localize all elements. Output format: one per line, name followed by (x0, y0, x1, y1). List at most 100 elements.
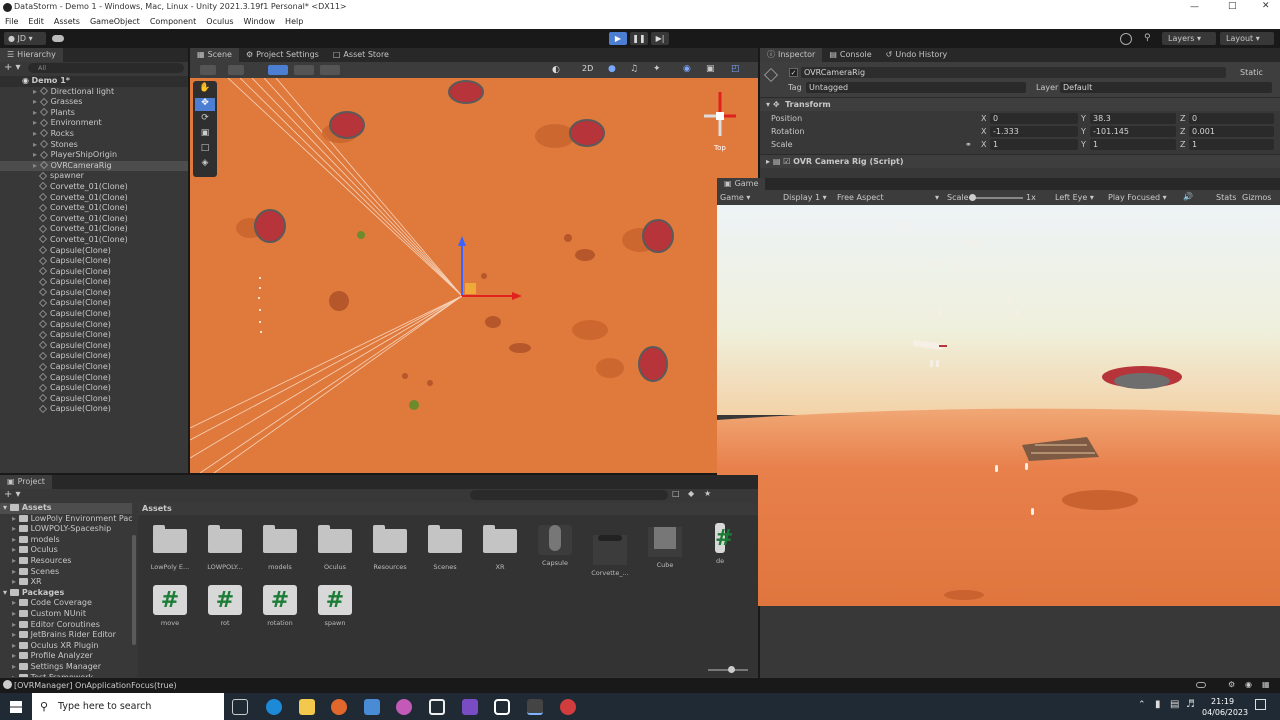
expand-arrow-icon[interactable]: ▸ (12, 673, 19, 678)
hierarchy-item[interactable]: Capsule(Clone) (0, 351, 188, 362)
tab-asset-store[interactable]: □ Asset Store (326, 48, 396, 62)
app-icon[interactable] (364, 699, 380, 715)
status-message[interactable]: [OVRManager] OnApplicationFocus(true) (14, 681, 177, 690)
tree-folder-item[interactable]: ▸ Scenes (0, 567, 132, 578)
hierarchy-item[interactable]: Corvette_01(Clone) (0, 193, 188, 204)
oculus-icon[interactable] (494, 699, 510, 715)
move-tool[interactable]: ✥ (195, 98, 215, 111)
light-status-icon[interactable]: ◉ (1245, 680, 1252, 689)
asset-item[interactable]: Oculus (309, 523, 361, 571)
pause-button[interactable]: ❚❚ (630, 32, 648, 45)
asset-item[interactable]: # move (144, 585, 196, 627)
hierarchy-item[interactable]: ▸ Stones (0, 140, 188, 151)
task-view-icon[interactable] (232, 699, 248, 715)
expand-arrow-icon[interactable]: ▸ (33, 150, 40, 159)
expand-arrow-icon[interactable]: ▸ (12, 620, 19, 629)
firefox-icon[interactable] (331, 699, 347, 715)
link-icon[interactable]: ⚭ (965, 140, 972, 149)
scale-y-field[interactable]: 1 (1090, 139, 1176, 150)
aspect-dropdown[interactable]: Free Aspect ▾ (837, 193, 939, 202)
hierarchy-item[interactable]: Capsule(Clone) (0, 320, 188, 331)
asset-item[interactable]: # spawn (309, 585, 361, 627)
assets-breadcrumb[interactable]: Assets (138, 503, 758, 515)
tab-project-settings[interactable]: ⚙ Project Settings (239, 48, 326, 62)
asset-item[interactable]: Capsule (529, 523, 581, 567)
asset-item[interactable]: # rotation (254, 585, 306, 627)
hierarchy-item[interactable]: Corvette_01(Clone) (0, 235, 188, 246)
taskbar-search-input[interactable]: ⚲ Type here to search (32, 693, 224, 720)
expand-arrow-icon[interactable]: ▸ (12, 545, 19, 554)
layer-dropdown[interactable]: Default (1060, 82, 1272, 93)
expand-arrow-icon[interactable]: ▸ (12, 651, 19, 660)
hierarchy-item[interactable]: spawner (0, 171, 188, 182)
unity-editor-icon[interactable] (527, 699, 543, 715)
menu-component[interactable]: Component (145, 15, 201, 29)
star-icon[interactable]: ★ (704, 489, 711, 498)
network-icon[interactable]: ▤ (1170, 699, 1179, 710)
hierarchy-item[interactable]: ▸ Grasses (0, 97, 188, 108)
cloud-icon[interactable] (52, 35, 64, 42)
hierarchy-item[interactable]: Corvette_01(Clone) (0, 214, 188, 225)
hierarchy-item[interactable]: Capsule(Clone) (0, 277, 188, 288)
display-dropdown[interactable]: Display 1 ▾ (783, 193, 827, 202)
move-snap-button[interactable] (268, 65, 288, 75)
hierarchy-item[interactable]: Capsule(Clone) (0, 246, 188, 257)
hierarchy-item[interactable]: Capsule(Clone) (0, 383, 188, 394)
expand-arrow-icon[interactable]: ▸ (12, 641, 19, 650)
visual-studio-icon[interactable] (462, 699, 478, 715)
tag-dropdown[interactable]: Untagged (806, 82, 1026, 93)
mute-audio-icon[interactable]: 🔊 (1183, 192, 1193, 201)
hierarchy-item[interactable]: Capsule(Clone) (0, 256, 188, 267)
expand-arrow-icon[interactable]: ▸ (12, 598, 19, 607)
scene-viewport[interactable]: Top ✋ ✥ ⟳ ▣ □ ◈ (190, 78, 758, 473)
history-icon[interactable] (1120, 33, 1132, 45)
expand-arrow-icon[interactable]: ▸ (33, 118, 40, 127)
file-explorer-icon[interactable] (299, 699, 315, 715)
tree-folder-item[interactable]: ▸ Resources (0, 556, 132, 567)
expand-arrow-icon[interactable]: ▸ (33, 140, 40, 149)
grid-snap-button[interactable] (294, 65, 314, 75)
unity-hub-icon[interactable] (429, 699, 445, 715)
tree-packages-root[interactable]: ▾ Packages (0, 588, 132, 599)
scene-root-row[interactable]: ◉ Demo 1* (0, 76, 188, 87)
visibility-icon[interactable]: ◉ (683, 64, 691, 74)
object-name-field[interactable]: OVRCameraRig (801, 67, 1226, 78)
asset-item[interactable]: Scenes (419, 523, 471, 571)
hierarchy-item[interactable]: ▸ OVRCameraRig (0, 160, 188, 172)
maximize-button[interactable]: □ (1228, 1, 1237, 11)
clock-time[interactable]: 21:19 (1211, 697, 1234, 706)
account-button[interactable]: ● JD ▾ (4, 32, 46, 45)
expand-arrow-icon[interactable]: ▸ (12, 609, 19, 618)
label-icon[interactable]: ◆ (688, 489, 694, 498)
rect-tool[interactable]: □ (195, 143, 215, 156)
asset-item[interactable]: # rot (199, 585, 251, 627)
hierarchy-item[interactable]: Corvette_01(Clone) (0, 203, 188, 214)
step-button[interactable]: ▶| (651, 32, 669, 45)
tree-scrollbar[interactable] (132, 535, 136, 645)
hierarchy-item[interactable]: Capsule(Clone) (0, 298, 188, 309)
cache-icon[interactable]: ▦ (1262, 680, 1270, 689)
expand-arrow-icon[interactable]: ▸ (12, 535, 19, 544)
filter-icon[interactable]: □ (672, 489, 680, 498)
expand-arrow-icon[interactable]: ▸ (33, 129, 40, 138)
effects-icon[interactable]: ✦ (653, 64, 661, 74)
tree-folder-item[interactable]: ▸ Oculus XR Plugin (0, 641, 132, 652)
menu-help[interactable]: Help (280, 15, 308, 29)
hand-tool[interactable]: ✋ (195, 83, 215, 96)
tree-folder-item[interactable]: ▸ Settings Manager (0, 662, 132, 673)
project-search-input[interactable] (470, 490, 668, 500)
scale-z-field[interactable]: 1 (1189, 139, 1274, 150)
hierarchy-item[interactable]: ▸ PlayerShipOrigin (0, 150, 188, 161)
tree-folder-item[interactable]: ▸ JetBrains Rider Editor (0, 630, 132, 641)
tree-folder-item[interactable]: ▸ Profile Analyzer (0, 651, 132, 662)
asset-item[interactable]: LOWPOLY... (199, 523, 251, 571)
menu-window[interactable]: Window (239, 15, 281, 29)
hierarchy-item[interactable]: Capsule(Clone) (0, 267, 188, 278)
hierarchy-item[interactable]: Capsule(Clone) (0, 394, 188, 405)
rotate-tool[interactable]: ⟳ (195, 113, 215, 126)
expand-arrow-icon[interactable]: ▸ (12, 514, 19, 523)
2d-toggle[interactable]: 2D (582, 64, 593, 73)
browser-icon[interactable] (396, 699, 412, 715)
draw-mode-button[interactable] (200, 65, 216, 75)
notification-icon[interactable] (1255, 699, 1266, 710)
